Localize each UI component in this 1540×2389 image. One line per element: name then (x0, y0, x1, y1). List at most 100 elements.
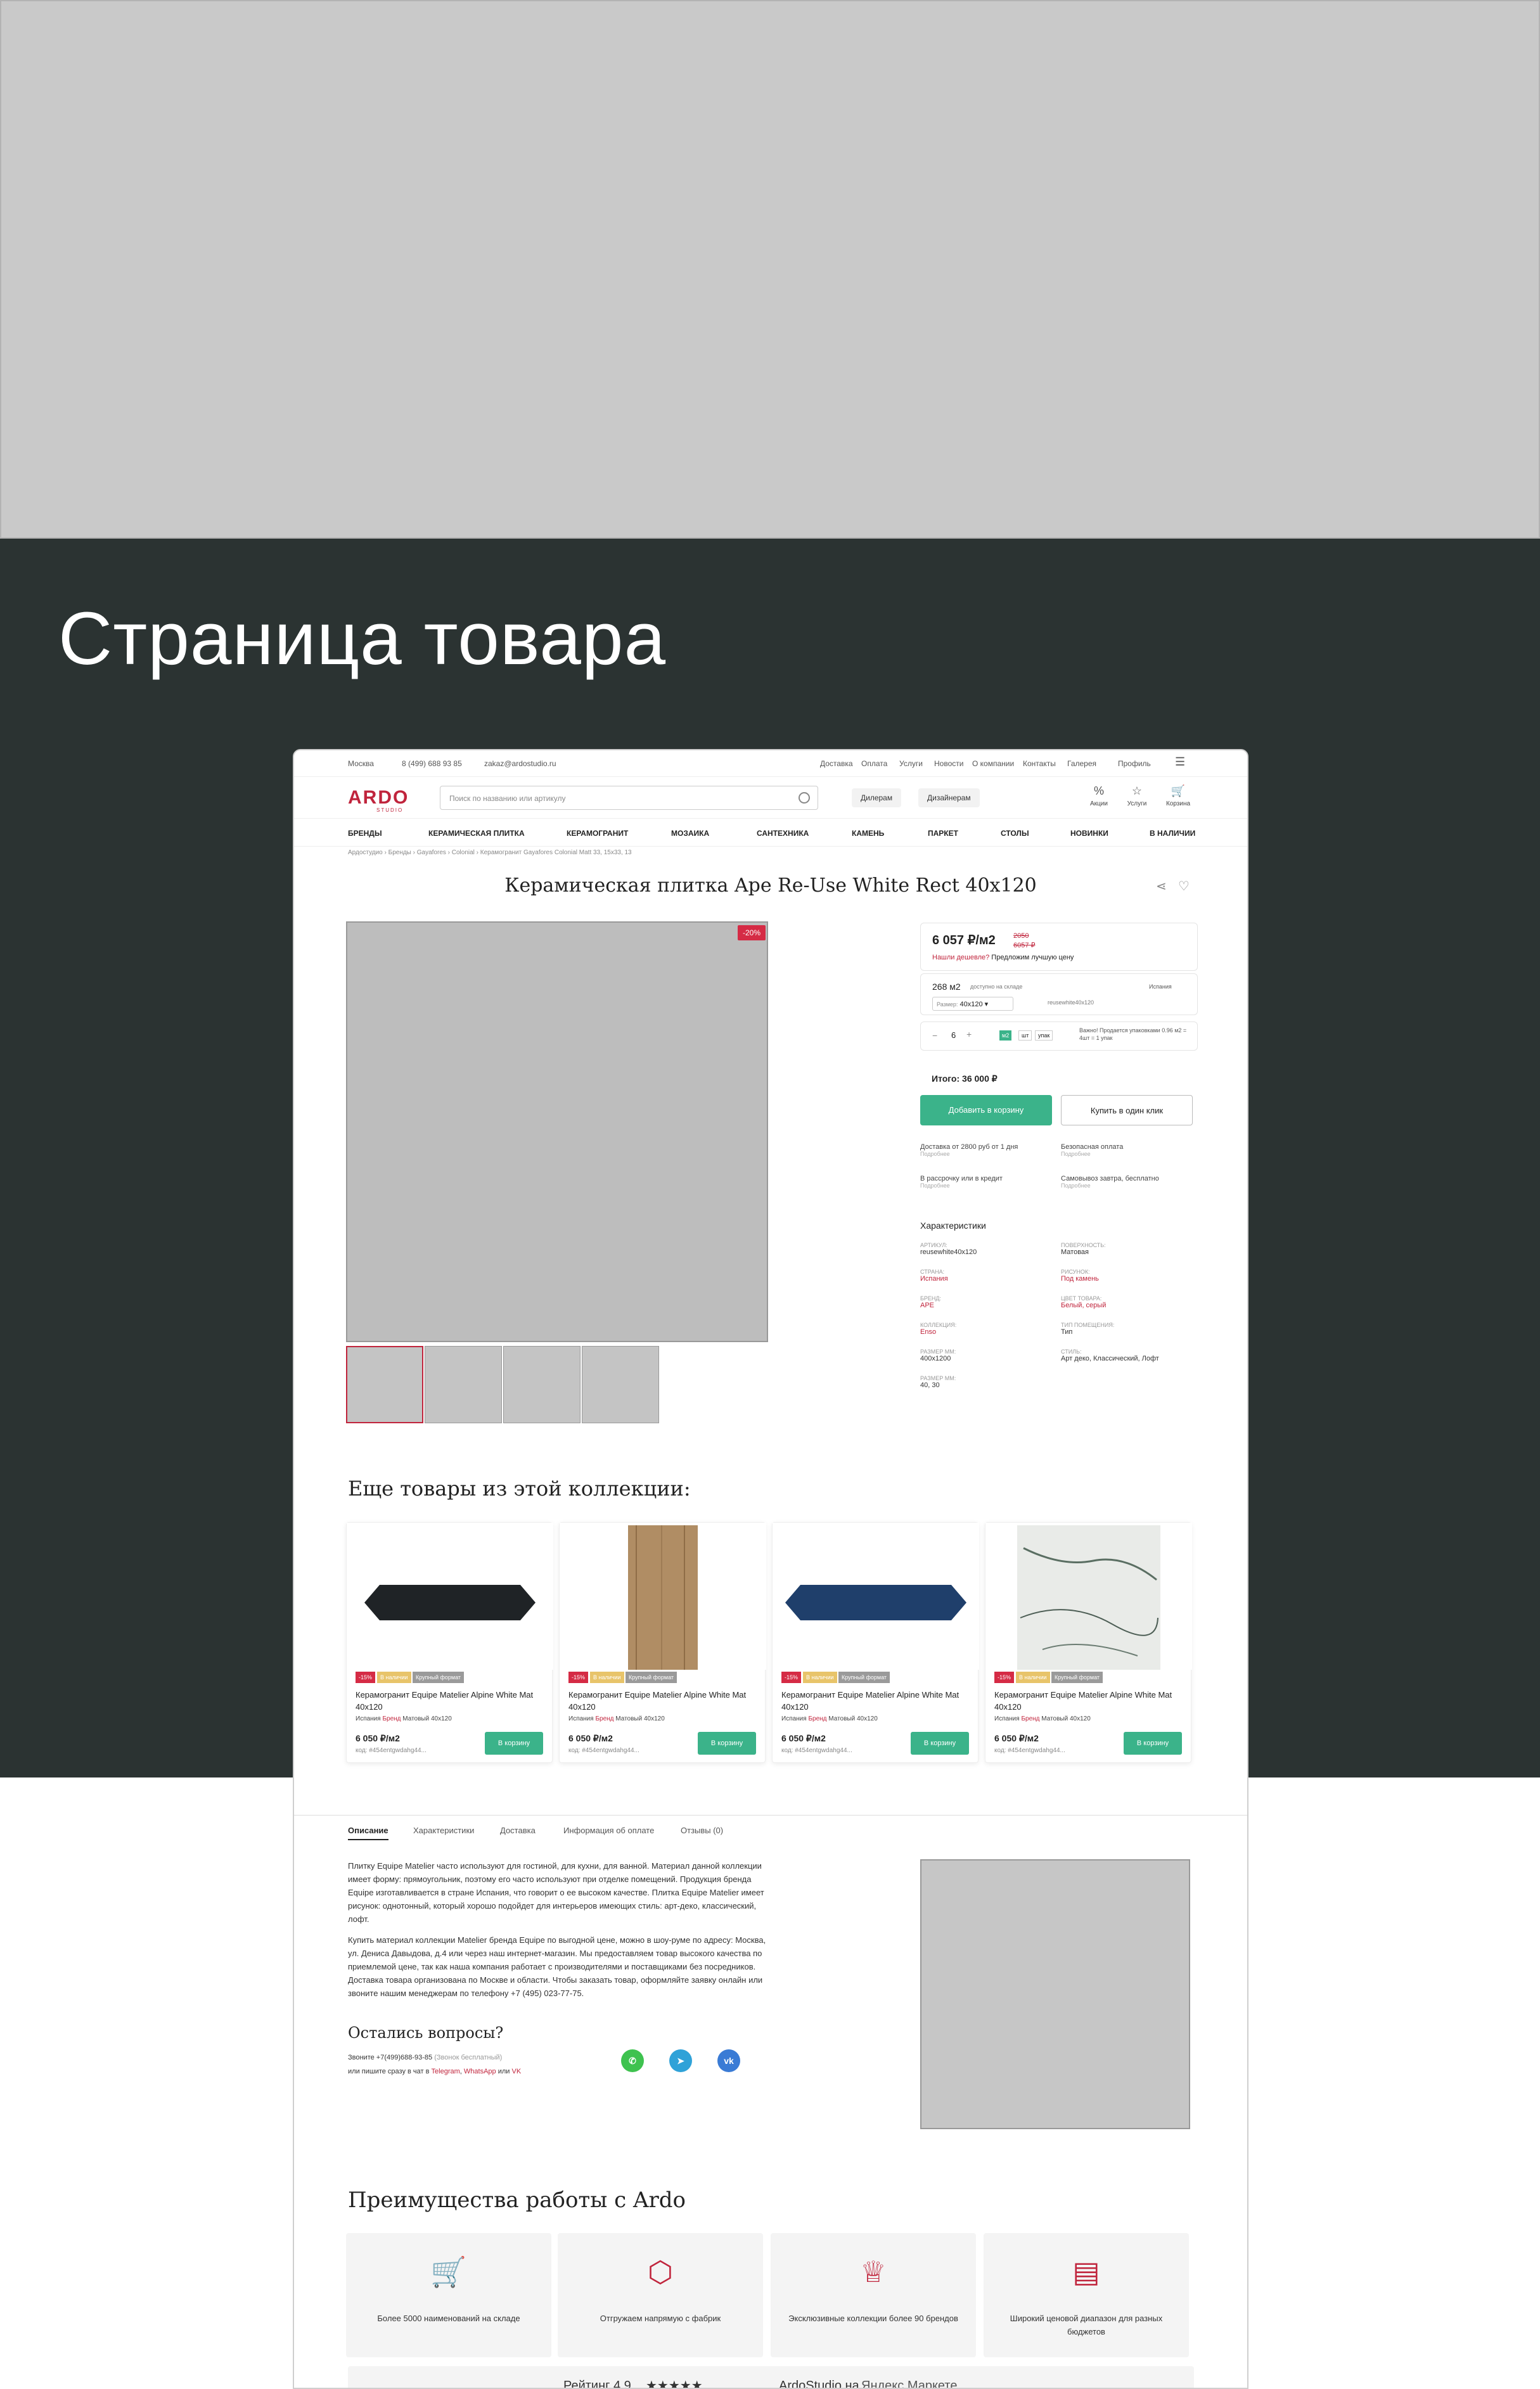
nav-tables[interactable]: СТОЛЫ (1001, 829, 1029, 838)
whatsapp-icon[interactable]: ✆ (621, 2049, 644, 2072)
telegram-icon[interactable]: ➤ (669, 2049, 692, 2072)
product-card[interactable]: -15% В наличии Крупный формат Керамогран… (346, 1522, 553, 1763)
product-card[interactable]: -15% В наличии Крупный формат Керамогран… (985, 1522, 1192, 1763)
toplink-about[interactable]: О компании (972, 759, 1014, 768)
cheaper-link[interactable]: Нашли дешевле? (932, 954, 989, 961)
phone-link[interactable]: 8 (499) 688 93 85 (402, 759, 462, 768)
card-image[interactable] (560, 1523, 766, 1670)
thumbnail[interactable] (503, 1346, 581, 1423)
unit-pcs[interactable]: шт (1018, 1030, 1032, 1041)
add-to-cart-button[interactable]: В корзину (1124, 1732, 1182, 1755)
thumbnail[interactable] (425, 1346, 502, 1423)
vk-link[interactable]: VK (512, 2068, 522, 2075)
add-to-cart-button[interactable]: В корзину (485, 1732, 543, 1755)
add-to-cart-button[interactable]: В корзину (698, 1732, 756, 1755)
logo[interactable]: ARDO (348, 787, 409, 809)
tab-payment-info[interactable]: Информация об оплате (563, 1826, 654, 1835)
char-value[interactable]: Испания (920, 1275, 1053, 1283)
char-row: Размер мм: 40, 30 (920, 1375, 1053, 1402)
card-title[interactable]: Керамогранит Equipe Matelier Alpine Whit… (994, 1689, 1184, 1713)
product-photo-placeholder[interactable] (346, 921, 768, 1342)
char-value: 40, 30 (920, 1381, 940, 1389)
tab-characteristics[interactable]: Характеристики (413, 1826, 474, 1835)
nav-plumbing[interactable]: САНТЕХНИКА (757, 829, 809, 838)
card-image[interactable] (773, 1523, 979, 1670)
char-value[interactable]: Белый, серый (1061, 1302, 1194, 1309)
buy-one-click-button[interactable]: Купить в один клик (1061, 1095, 1193, 1125)
nav-brands[interactable]: БРЕНДЫ (348, 829, 382, 838)
dealers-button[interactable]: Дилерам (852, 788, 902, 807)
discount-badge: -15% (994, 1672, 1015, 1683)
toplink-payment[interactable]: Оплата (861, 759, 887, 768)
whatsapp-link[interactable]: WhatsApp (464, 2068, 496, 2075)
nav-ceramic-tile[interactable]: КЕРАМИЧЕСКАЯ ПЛИТКА (428, 829, 525, 838)
vk-icon[interactable]: vk (717, 2049, 740, 2072)
city-label[interactable]: Москва (348, 759, 374, 768)
card-title[interactable]: Керамогранит Equipe Matelier Alpine Whit… (356, 1689, 546, 1713)
thumbnail[interactable] (582, 1346, 659, 1423)
plus-button[interactable]: + (966, 1029, 972, 1039)
nav-new[interactable]: НОВИНКИ (1070, 829, 1108, 838)
tab-reviews[interactable]: Отзывы (0) (681, 1826, 723, 1835)
services-button[interactable]: ☆ Услуги (1118, 785, 1156, 807)
card-country: Испания (356, 1715, 381, 1722)
menu-icon[interactable]: ☰ (1175, 755, 1185, 769)
nav-in-stock[interactable]: В НАЛИЧИИ (1150, 829, 1195, 838)
telegram-link[interactable]: Telegram (432, 2068, 460, 2075)
char-label: Цвет товара: (1061, 1295, 1102, 1302)
cart-button[interactable]: 🛒 Корзина (1159, 785, 1197, 807)
add-to-cart-button[interactable]: Добавить в корзину (920, 1095, 1052, 1125)
quantity-stepper[interactable]: 6 (951, 1030, 956, 1040)
perk-more-link[interactable]: Подробнее (920, 1182, 1053, 1189)
card-brand[interactable]: Бренд (595, 1715, 613, 1722)
product-card[interactable]: -15% В наличии Крупный формат Керамогран… (559, 1522, 766, 1763)
char-label: Размер мм: (920, 1375, 956, 1381)
perk-more-link[interactable]: Подробнее (1061, 1182, 1194, 1189)
nav-porcelain[interactable]: КЕРАМОГРАНИТ (567, 829, 628, 838)
add-to-cart-button[interactable]: В корзину (911, 1732, 969, 1755)
perk-more-link[interactable]: Подробнее (1061, 1151, 1194, 1157)
card-brand[interactable]: Бренд (1021, 1715, 1039, 1722)
unit-pack[interactable]: упак (1035, 1030, 1053, 1041)
share-icon[interactable]: ⋖ (1156, 878, 1167, 894)
card-brand[interactable]: Бренд (382, 1715, 401, 1722)
card-image[interactable] (985, 1523, 1192, 1670)
unit-m2[interactable]: м2 (999, 1030, 1012, 1041)
email-link[interactable]: zakaz@ardostudio.ru (484, 759, 556, 768)
perk-more-link[interactable]: Подробнее (920, 1151, 1053, 1157)
product-card[interactable]: -15% В наличии Крупный формат Керамогран… (772, 1522, 979, 1763)
card-title[interactable]: Керамогранит Equipe Matelier Alpine Whit… (568, 1689, 759, 1713)
profile-link[interactable]: Профиль (1118, 759, 1151, 768)
card-image[interactable] (347, 1523, 553, 1670)
thumbnail[interactable] (346, 1346, 423, 1423)
size-select[interactable]: Размер: 40x120 ▾ (932, 997, 1013, 1011)
yandex-market-link[interactable]: Яндекс.Маркете (861, 2379, 957, 2388)
tab-description[interactable]: Описание (348, 1826, 388, 1840)
heart-icon[interactable]: ♡ (1178, 878, 1190, 894)
designers-button[interactable]: Дизайнерам (918, 788, 980, 807)
toplink-delivery[interactable]: Доставка (820, 759, 853, 768)
toplink-contacts[interactable]: Контакты (1023, 759, 1056, 768)
breadcrumb[interactable]: Ардостудио › Бренды › Gayafores › Coloni… (348, 849, 632, 856)
stock-badge: В наличии (803, 1672, 837, 1683)
toplink-services[interactable]: Услуги (899, 759, 923, 768)
nav-mosaic[interactable]: МОЗАИКА (671, 829, 709, 838)
card-title[interactable]: Керамогранит Equipe Matelier Alpine Whit… (781, 1689, 972, 1713)
total-price: Итого: 36 000 ₽ (932, 1073, 998, 1084)
nav-stone[interactable]: КАМЕНЬ (852, 829, 884, 838)
promo-button[interactable]: % Акции (1080, 785, 1118, 807)
char-value[interactable]: Под камень (1061, 1275, 1194, 1283)
search-input[interactable]: Поиск по названию или артикулу (440, 786, 818, 810)
tab-delivery[interactable]: Доставка (500, 1826, 536, 1835)
char-value[interactable]: Enso (920, 1328, 1053, 1336)
char-value[interactable]: APE (920, 1302, 1053, 1309)
card-brand[interactable]: Бренд (808, 1715, 826, 1722)
toplink-gallery[interactable]: Галерея (1067, 759, 1096, 768)
nav-parquet[interactable]: ПАРКЕТ (928, 829, 958, 838)
questions-phone[interactable]: Звоните +7(499)688-93-85 (348, 2054, 432, 2061)
search-icon[interactable] (799, 792, 810, 804)
char-value: reusewhite40x120 (920, 1248, 977, 1256)
minus-button[interactable]: − (932, 1030, 937, 1041)
toplink-news[interactable]: Новости (934, 759, 963, 768)
promo-label: Акции (1090, 800, 1108, 807)
